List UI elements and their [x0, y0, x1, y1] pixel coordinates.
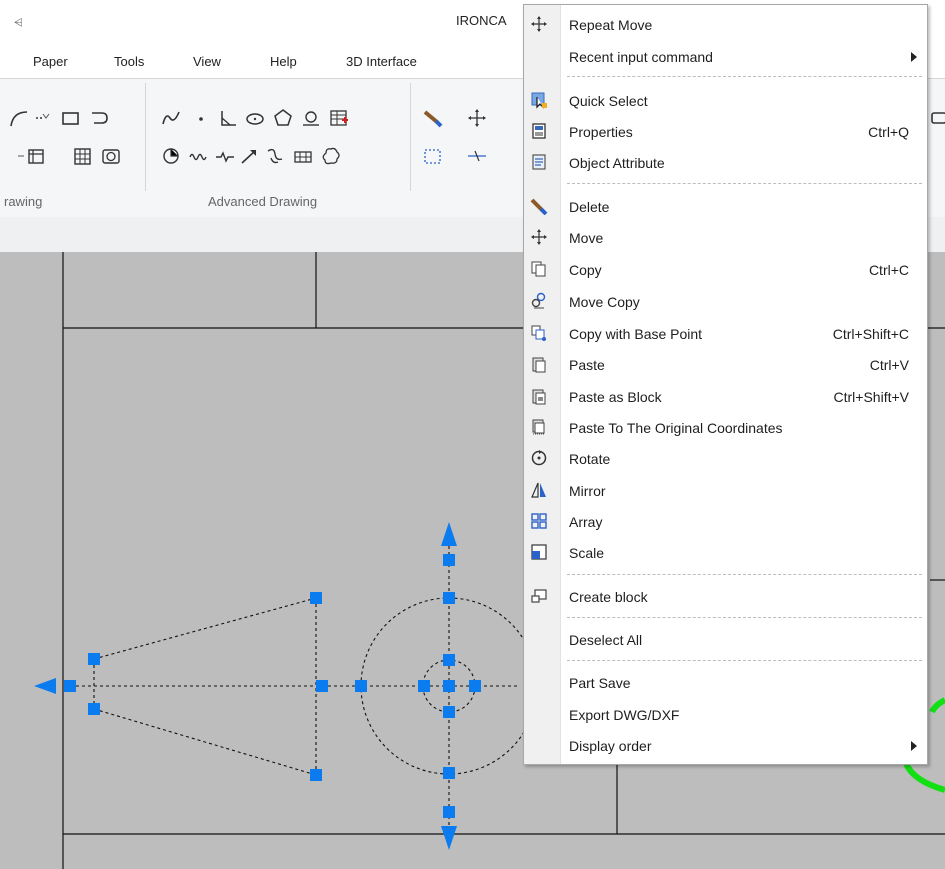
menu-item-copy[interactable]: Copy Ctrl+C	[524, 254, 927, 285]
menu-item-mirror[interactable]: Mirror	[524, 475, 927, 506]
rectangle-icon[interactable]	[60, 107, 82, 129]
submenu-arrow-icon	[911, 52, 917, 62]
revcloud-icon[interactable]	[300, 107, 322, 129]
menu-item-copy-with-base-point[interactable]: Copy with Base Point Ctrl+Shift+C	[524, 318, 927, 349]
move-icon	[531, 16, 547, 32]
squiggle-icon[interactable]	[188, 145, 210, 167]
menu-item-properties[interactable]: Properties Ctrl+Q	[524, 116, 927, 147]
wave-icon[interactable]	[160, 107, 182, 129]
menu-item-repeat-move[interactable]: Repeat Move	[524, 9, 927, 40]
array-icon	[531, 513, 547, 529]
menu-item-paste-as-block[interactable]: Paste as Block Ctrl+Shift+V	[524, 381, 927, 412]
delete-icon	[530, 198, 548, 215]
rotate-icon	[531, 450, 547, 466]
scale-icon	[531, 544, 547, 560]
menu-item-paste-to-original-coordinates[interactable]: Paste To The Original Coordinates	[524, 412, 927, 443]
menu-item-recent-input-command[interactable]: Recent input command	[524, 41, 927, 72]
menu-item-create-block[interactable]: Create block	[524, 581, 927, 612]
polyline-arc-icon[interactable]	[160, 145, 182, 167]
move-copy-icon	[531, 292, 546, 309]
menu-item-move[interactable]: Move	[524, 222, 927, 253]
region-icon[interactable]	[100, 145, 122, 167]
menu-item-display-order[interactable]: Display order	[524, 730, 927, 761]
menu-help[interactable]: Help	[270, 54, 297, 69]
context-menu: Repeat Move Recent input command Quick S…	[523, 4, 928, 765]
menu-item-move-copy[interactable]: Move Copy	[524, 286, 927, 317]
menu-paper[interactable]: Paper	[33, 54, 68, 69]
dimension-icon[interactable]	[466, 145, 488, 167]
menu-3d-interface[interactable]: 3D Interface	[346, 54, 417, 69]
create-block-icon	[531, 589, 547, 603]
brush-icon[interactable]	[422, 107, 444, 129]
paste-original-icon	[532, 419, 545, 435]
menu-item-paste[interactable]: Paste Ctrl+V	[524, 349, 927, 380]
point-icon[interactable]	[190, 107, 212, 129]
menu-tools[interactable]: Tools	[114, 54, 144, 69]
move-icon	[531, 229, 547, 245]
wall-icon[interactable]	[292, 145, 314, 167]
menu-separator	[567, 617, 922, 618]
quick-select-icon	[531, 92, 547, 109]
group-separator	[145, 83, 146, 191]
copy-icon	[531, 261, 546, 277]
paste-block-icon	[532, 389, 546, 405]
arrow-icon[interactable]	[238, 145, 260, 167]
menu-item-object-attribute[interactable]: Object Attribute	[524, 147, 927, 178]
quick-access-dropdown[interactable]: ⩤	[14, 17, 23, 30]
polygon-icon[interactable]	[272, 107, 294, 129]
menu-item-deselect-all[interactable]: Deselect All	[524, 624, 927, 655]
menu-item-delete[interactable]: Delete	[524, 191, 927, 222]
menu-item-part-save[interactable]: Part Save	[524, 667, 927, 698]
paste-icon	[532, 357, 546, 373]
toolbar-icon[interactable]	[928, 107, 945, 129]
group-label-drawing: rawing	[4, 194, 43, 209]
mirror-icon	[531, 482, 546, 498]
menu-item-rotate[interactable]: Rotate	[524, 443, 927, 474]
hatch-icon[interactable]	[26, 145, 48, 167]
cloud-icon[interactable]	[320, 145, 342, 167]
menu-item-array[interactable]: Array	[524, 506, 927, 537]
menu-separator	[567, 183, 922, 184]
menu-separator	[567, 76, 922, 77]
break-icon[interactable]	[214, 145, 236, 167]
app-title: IRONCA	[456, 13, 507, 28]
menu-separator	[567, 660, 922, 661]
dashed-rect-icon[interactable]	[422, 145, 444, 167]
menu-item-quick-select[interactable]: Quick Select	[524, 85, 927, 116]
menu-view[interactable]: View	[193, 54, 221, 69]
copy-base-point-icon	[531, 325, 546, 341]
polyline-icon[interactable]	[34, 107, 56, 129]
group-label-advanced-drawing: Advanced Drawing	[208, 194, 318, 209]
group-separator	[410, 83, 411, 191]
menu-item-export-dwg-dxf[interactable]: Export DWG/DXF	[524, 699, 927, 730]
spline-icon[interactable]	[88, 107, 110, 129]
ellipse-icon[interactable]	[244, 107, 266, 129]
curve-icon[interactable]	[264, 145, 286, 167]
properties-icon	[532, 123, 546, 139]
grid-icon[interactable]	[72, 145, 94, 167]
menu-item-scale[interactable]: Scale	[524, 537, 927, 568]
object-attribute-icon	[532, 154, 546, 170]
angle-icon[interactable]	[218, 107, 240, 129]
menu-separator	[567, 574, 922, 575]
move-icon[interactable]	[466, 107, 488, 129]
submenu-arrow-icon	[911, 741, 917, 751]
arc-icon[interactable]	[8, 107, 30, 129]
table-icon[interactable]	[328, 107, 350, 129]
